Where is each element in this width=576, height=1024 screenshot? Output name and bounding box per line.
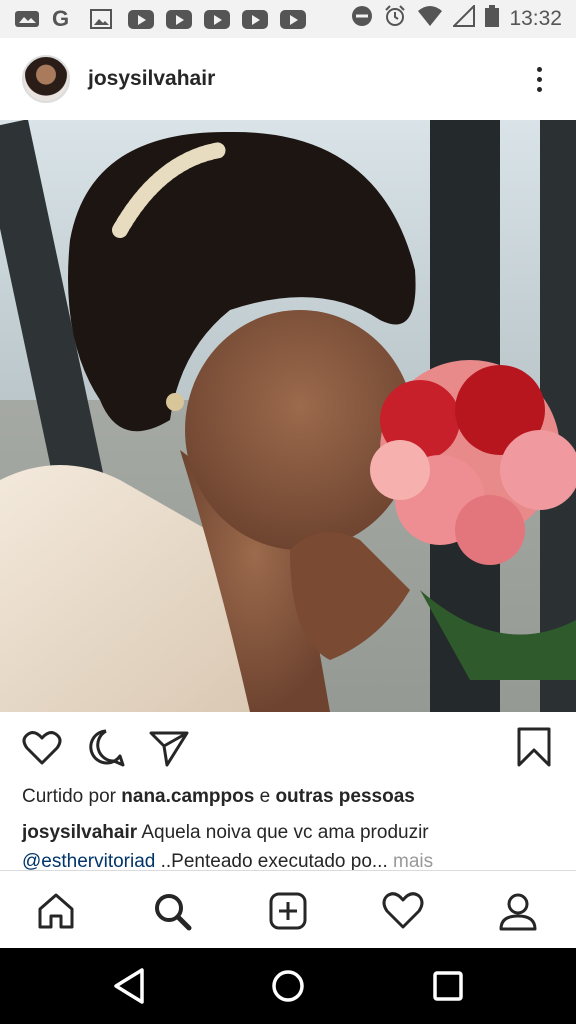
search-icon[interactable] [152, 891, 192, 931]
post-caption: josysilvahair Aquela noiva que vc ama pr… [22, 818, 562, 876]
back-icon[interactable] [112, 966, 148, 1006]
gallery-icon [90, 9, 116, 29]
youtube-icon [166, 9, 192, 29]
new-post-icon[interactable] [268, 891, 308, 931]
dnd-icon [351, 5, 373, 33]
image-icon [14, 9, 40, 29]
liked-by-others[interactable]: outras pessoas [275, 786, 414, 807]
avatar[interactable] [22, 55, 70, 103]
status-bar: G 13:32 [0, 0, 576, 38]
post-photo[interactable] [0, 120, 576, 712]
recents-icon[interactable] [430, 966, 466, 1006]
bottom-nav [0, 870, 576, 948]
bookmark-icon[interactable] [516, 726, 552, 768]
likes-line: Curtido por nana.camppos e outras pessoa… [22, 786, 415, 808]
youtube-icon [204, 9, 230, 29]
google-icon: G [52, 6, 70, 31]
battery-icon [485, 5, 500, 33]
android-nav-bar [0, 948, 576, 1024]
post-actions [0, 722, 576, 774]
alarm-icon [383, 4, 407, 34]
caption-more-link[interactable]: mais [388, 851, 433, 872]
home-circle-icon[interactable] [270, 966, 306, 1006]
caption-username[interactable]: josysilvahair [22, 822, 137, 843]
share-icon[interactable] [148, 728, 190, 768]
youtube-icon [280, 9, 306, 29]
comment-icon[interactable] [86, 728, 126, 768]
liked-by-user[interactable]: nana.camppos [121, 786, 254, 807]
like-heart-icon[interactable] [22, 730, 62, 766]
profile-icon[interactable] [498, 891, 538, 931]
caption-mention[interactable]: @esthervitoriad [22, 851, 155, 872]
caption-text: Aquela noiva que vc ama produzir [137, 822, 429, 843]
youtube-icon [242, 9, 268, 29]
post-username[interactable]: josysilvahair [88, 67, 215, 91]
signal-icon [452, 3, 476, 33]
likes-prefix: Curtido por [22, 786, 122, 807]
wifi-icon [417, 5, 443, 33]
activity-heart-icon[interactable] [382, 891, 424, 931]
home-icon[interactable] [36, 891, 76, 931]
status-time: 13:32 [509, 7, 562, 30]
caption-text-2: ..Penteado executado po... [155, 851, 388, 872]
youtube-icon [128, 9, 154, 29]
post-header: josysilvahair [0, 38, 576, 120]
more-options-icon[interactable] [524, 64, 554, 94]
likes-joiner: e [254, 786, 276, 807]
